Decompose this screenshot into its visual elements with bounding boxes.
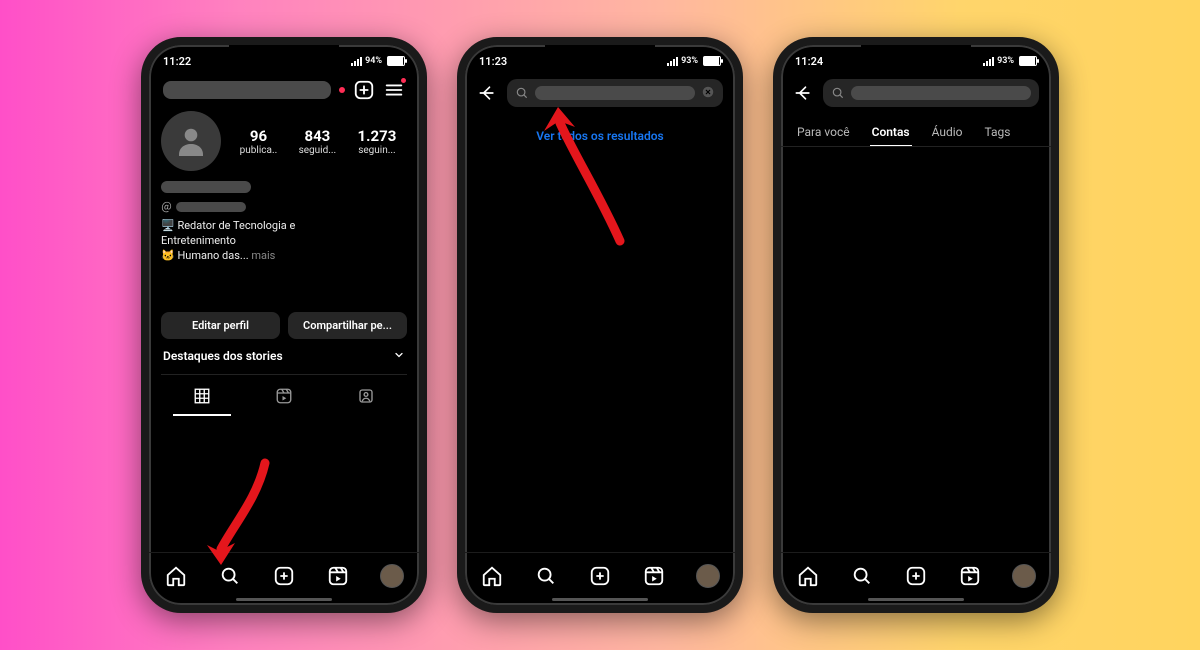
status-time: 11:24 <box>795 55 823 68</box>
menu-button[interactable] <box>383 79 405 101</box>
phone-notch <box>229 45 339 67</box>
nav-search[interactable] <box>213 559 247 593</box>
home-indicator <box>236 598 332 601</box>
status-icons: 93% <box>667 56 721 66</box>
share-profile-button[interactable]: Compartilhar pe... <box>288 312 407 339</box>
new-post-button[interactable] <box>353 79 375 101</box>
nav-avatar <box>380 564 404 588</box>
search-query-redacted <box>535 86 695 100</box>
battery-icon <box>1019 56 1037 66</box>
back-button[interactable] <box>477 83 497 103</box>
search-tab-tags[interactable]: Tags <box>983 119 1013 146</box>
status-icons: 93% <box>983 56 1037 66</box>
stat-following[interactable]: 1.273 seguin... <box>358 127 397 156</box>
bio-line-3: Humano das... <box>177 249 248 262</box>
bio-line-1: Redator de Tecnologia e <box>177 219 295 232</box>
bio-emoji-1: 🖥️ <box>161 219 175 232</box>
status-time: 11:22 <box>163 55 191 68</box>
nav-reels[interactable] <box>953 559 987 593</box>
stats: 96 publica.. 843 seguid... 1.273 seguin.… <box>229 127 407 156</box>
battery-icon <box>703 56 721 66</box>
bio-line-2: Entretenimento <box>161 234 236 247</box>
phone-1: 11:22 94% <box>141 37 427 613</box>
username-redacted[interactable] <box>163 81 331 99</box>
threads-handle-redacted <box>176 202 246 212</box>
search-category-tabs: Para você Contas Áudio Tags <box>793 115 1039 146</box>
nav-home[interactable] <box>159 559 193 593</box>
chevron-down-icon <box>393 349 405 364</box>
highlights-label: Destaques dos stories <box>163 349 283 363</box>
home-indicator <box>868 598 964 601</box>
nav-create[interactable] <box>583 559 617 593</box>
bio-more-link[interactable]: mais <box>251 249 275 262</box>
menu-notification-dot <box>401 78 406 83</box>
display-name-redacted <box>161 181 251 193</box>
profile-header <box>161 73 407 109</box>
nav-profile[interactable] <box>691 559 725 593</box>
search-tab-audio[interactable]: Áudio <box>930 119 965 146</box>
signal-icon <box>351 57 362 66</box>
search-header <box>793 73 1039 115</box>
stat-followers[interactable]: 843 seguid... <box>299 127 337 156</box>
edit-profile-button[interactable]: Editar perfil <box>161 312 280 339</box>
search-icon <box>831 86 845 100</box>
tab-grid[interactable] <box>173 381 231 416</box>
profile-content-tabs <box>161 374 407 416</box>
signal-icon <box>983 57 994 66</box>
threads-icon[interactable]: ＠ <box>161 199 172 215</box>
back-button[interactable] <box>793 83 813 103</box>
clear-search-button[interactable] <box>701 85 715 102</box>
tutorial-stage: 11:22 94% <box>0 0 1200 650</box>
bio-emoji-2: 🐱 <box>161 249 175 262</box>
search-header <box>477 73 723 115</box>
avatar[interactable] <box>161 111 221 171</box>
search-results-screen: Para você Contas Áudio Tags <box>781 73 1051 552</box>
search-tab-for-you[interactable]: Para você <box>795 119 852 146</box>
status-icons: 94% <box>351 56 405 66</box>
profile-bio: 🖥️ Redator de Tecnologia e Entreteniment… <box>161 215 407 264</box>
battery-icon <box>387 56 405 66</box>
battery-pct: 93% <box>997 56 1014 66</box>
tab-tagged[interactable] <box>337 381 395 416</box>
nav-reels[interactable] <box>637 559 671 593</box>
profile-buttons: Editar perfil Compartilhar pe... <box>161 312 407 339</box>
phone-2: 11:23 93% Ver todos os resultados <box>457 37 743 613</box>
nav-profile[interactable] <box>1007 559 1041 593</box>
nav-profile[interactable] <box>375 559 409 593</box>
notification-dot <box>339 87 345 93</box>
profile-screen: 96 publica.. 843 seguid... 1.273 seguin.… <box>149 73 419 552</box>
phone-3: 11:24 93% Para você Contas Áudio Tags <box>773 37 1059 613</box>
tabs-divider <box>781 146 1051 147</box>
nav-avatar <box>1012 564 1036 588</box>
signal-icon <box>667 57 678 66</box>
search-icon <box>515 86 529 100</box>
nav-home[interactable] <box>475 559 509 593</box>
phone-notch <box>861 45 971 67</box>
phone-notch <box>545 45 655 67</box>
search-query-redacted <box>851 86 1031 100</box>
profile-stats-row: 96 publica.. 843 seguid... 1.273 seguin.… <box>161 109 407 177</box>
nav-reels[interactable] <box>321 559 355 593</box>
search-tab-accounts[interactable]: Contas <box>870 119 912 146</box>
home-indicator <box>552 598 648 601</box>
nav-create[interactable] <box>899 559 933 593</box>
search-input[interactable] <box>823 79 1039 107</box>
story-highlights-header[interactable]: Destaques dos stories <box>161 339 407 370</box>
nav-search[interactable] <box>529 559 563 593</box>
search-screen: Ver todos os resultados <box>465 73 735 552</box>
status-time: 11:23 <box>479 55 507 68</box>
see-all-results-link[interactable]: Ver todos os resultados <box>477 129 723 143</box>
search-input[interactable] <box>507 79 723 107</box>
stat-posts[interactable]: 96 publica.. <box>240 127 278 156</box>
nav-create[interactable] <box>267 559 301 593</box>
battery-pct: 93% <box>681 56 698 66</box>
battery-pct: 94% <box>365 56 382 66</box>
nav-avatar <box>696 564 720 588</box>
nav-search[interactable] <box>845 559 879 593</box>
tab-reels[interactable] <box>255 381 313 416</box>
nav-home[interactable] <box>791 559 825 593</box>
